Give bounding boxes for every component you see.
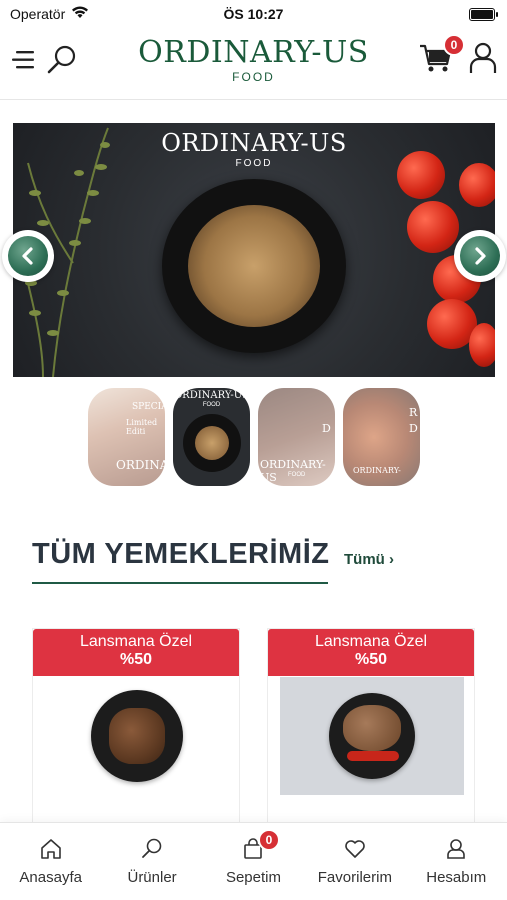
carousel-next-button[interactable] — [454, 230, 506, 282]
thumbnail-text: D — [322, 422, 331, 435]
section-underline — [32, 582, 328, 584]
tab-label: Favorilerim — [317, 869, 392, 886]
thumbnail-text: ORDINARY-US — [260, 458, 326, 484]
carousel-prev-button[interactable] — [2, 230, 54, 282]
tab-cart[interactable]: 0 Sepetim — [206, 829, 301, 900]
section-title: TÜM YEMEKLERİMİZ — [32, 538, 330, 570]
thumbnail-text: R — [409, 406, 418, 419]
chevron-right-icon — [475, 247, 486, 265]
tab-label: Anasayfa — [19, 869, 82, 886]
carousel-thumbnail[interactable]: D ORDINARY-US FOOD — [258, 388, 335, 486]
tab-label: Hesabım — [426, 869, 487, 886]
bottom-tab-bar: Anasayfa Ürünler 0 Sepetim Favorilerim H… — [0, 822, 507, 900]
thumbnail-text: FOOD — [288, 472, 306, 478]
search-icon[interactable] — [46, 44, 78, 76]
product-card[interactable]: Lansmana Özel %50 — [32, 628, 240, 838]
discount-label: %50 — [119, 651, 153, 668]
tab-home[interactable]: Anasayfa — [3, 837, 98, 900]
status-bar: Operatör ÖS 10:27 — [0, 0, 507, 28]
promo-label: Lansmana Özel — [79, 633, 193, 650]
cart-tab-badge: 0 — [257, 829, 280, 851]
tomato-decoration — [469, 323, 495, 367]
banner-brand: ORDINARY-US FOOD — [13, 129, 495, 169]
promo-label: Lansmana Özel — [314, 633, 428, 650]
thumbnail-text: SPECIAL — [132, 402, 165, 412]
thumbnail-text: ORDINARY- — [353, 466, 401, 475]
thumbnail-text: ORDINA — [116, 458, 165, 472]
thumbnail-text: FOOD — [202, 402, 221, 408]
menu-icon[interactable] — [10, 48, 36, 72]
wifi-icon — [71, 6, 89, 22]
tab-label: Sepetim — [225, 869, 281, 886]
header-right: 0 — [419, 34, 497, 74]
app-screen: Operatör ÖS 10:27 ORDINARY-US FOOD 0 ORD… — [0, 0, 507, 900]
promo-banner: Lansmana Özel %50 — [33, 629, 239, 676]
tab-account[interactable]: Hesabım — [409, 837, 504, 900]
food-image — [188, 205, 320, 327]
see-all-link[interactable]: Tümü › — [344, 551, 394, 568]
thumbnail-text: Limited Editi — [126, 418, 158, 436]
banner-brand-name: ORDINARY-US — [161, 129, 347, 157]
user-icon — [447, 839, 466, 859]
carousel-thumbnails: SPECIAL Limited Editi ORDINA ORDINARY-US… — [88, 388, 420, 486]
heart-icon — [345, 840, 365, 858]
food-plate-image — [162, 179, 346, 353]
carousel-thumbnail-active[interactable]: ORDINARY-US FOOD — [173, 388, 250, 486]
carousel-thumbnail[interactable]: SPECIAL Limited Editi ORDINA — [88, 388, 165, 486]
search-icon — [142, 838, 162, 858]
banner-brand-sub: FOOD — [235, 158, 273, 169]
carousel-thumbnail[interactable]: R D ORDINARY- — [343, 388, 420, 486]
tomato-decoration — [459, 163, 495, 207]
cart-button[interactable]: 0 — [419, 34, 465, 74]
product-card[interactable]: Lansmana Özel %50 — [267, 628, 475, 838]
status-left: Operatör — [10, 6, 89, 22]
battery-icon — [469, 7, 498, 21]
cart-badge: 0 — [443, 34, 465, 56]
chevron-left-icon — [22, 247, 33, 265]
thumbnail-text: ORDINARY-US — [173, 390, 250, 401]
product-image — [45, 677, 229, 795]
tab-products[interactable]: Ürünler — [105, 837, 200, 900]
thumbnail-plate — [183, 414, 241, 472]
hero-carousel[interactable]: ORDINARY-US FOOD — [13, 123, 495, 377]
discount-label: %50 — [354, 651, 388, 668]
product-image — [280, 677, 464, 795]
carrier-label: Operatör — [10, 6, 66, 22]
promo-banner: Lansmana Özel %50 — [268, 629, 474, 676]
tab-favorites[interactable]: Favorilerim — [307, 837, 402, 900]
app-header: ORDINARY-US FOOD 0 — [0, 28, 507, 100]
thumbnail-text: D — [409, 422, 418, 435]
user-icon[interactable] — [469, 42, 497, 74]
tomato-decoration — [407, 201, 459, 253]
home-icon — [40, 839, 61, 859]
header-left — [10, 44, 78, 76]
tab-label: Ürünler — [127, 869, 177, 886]
